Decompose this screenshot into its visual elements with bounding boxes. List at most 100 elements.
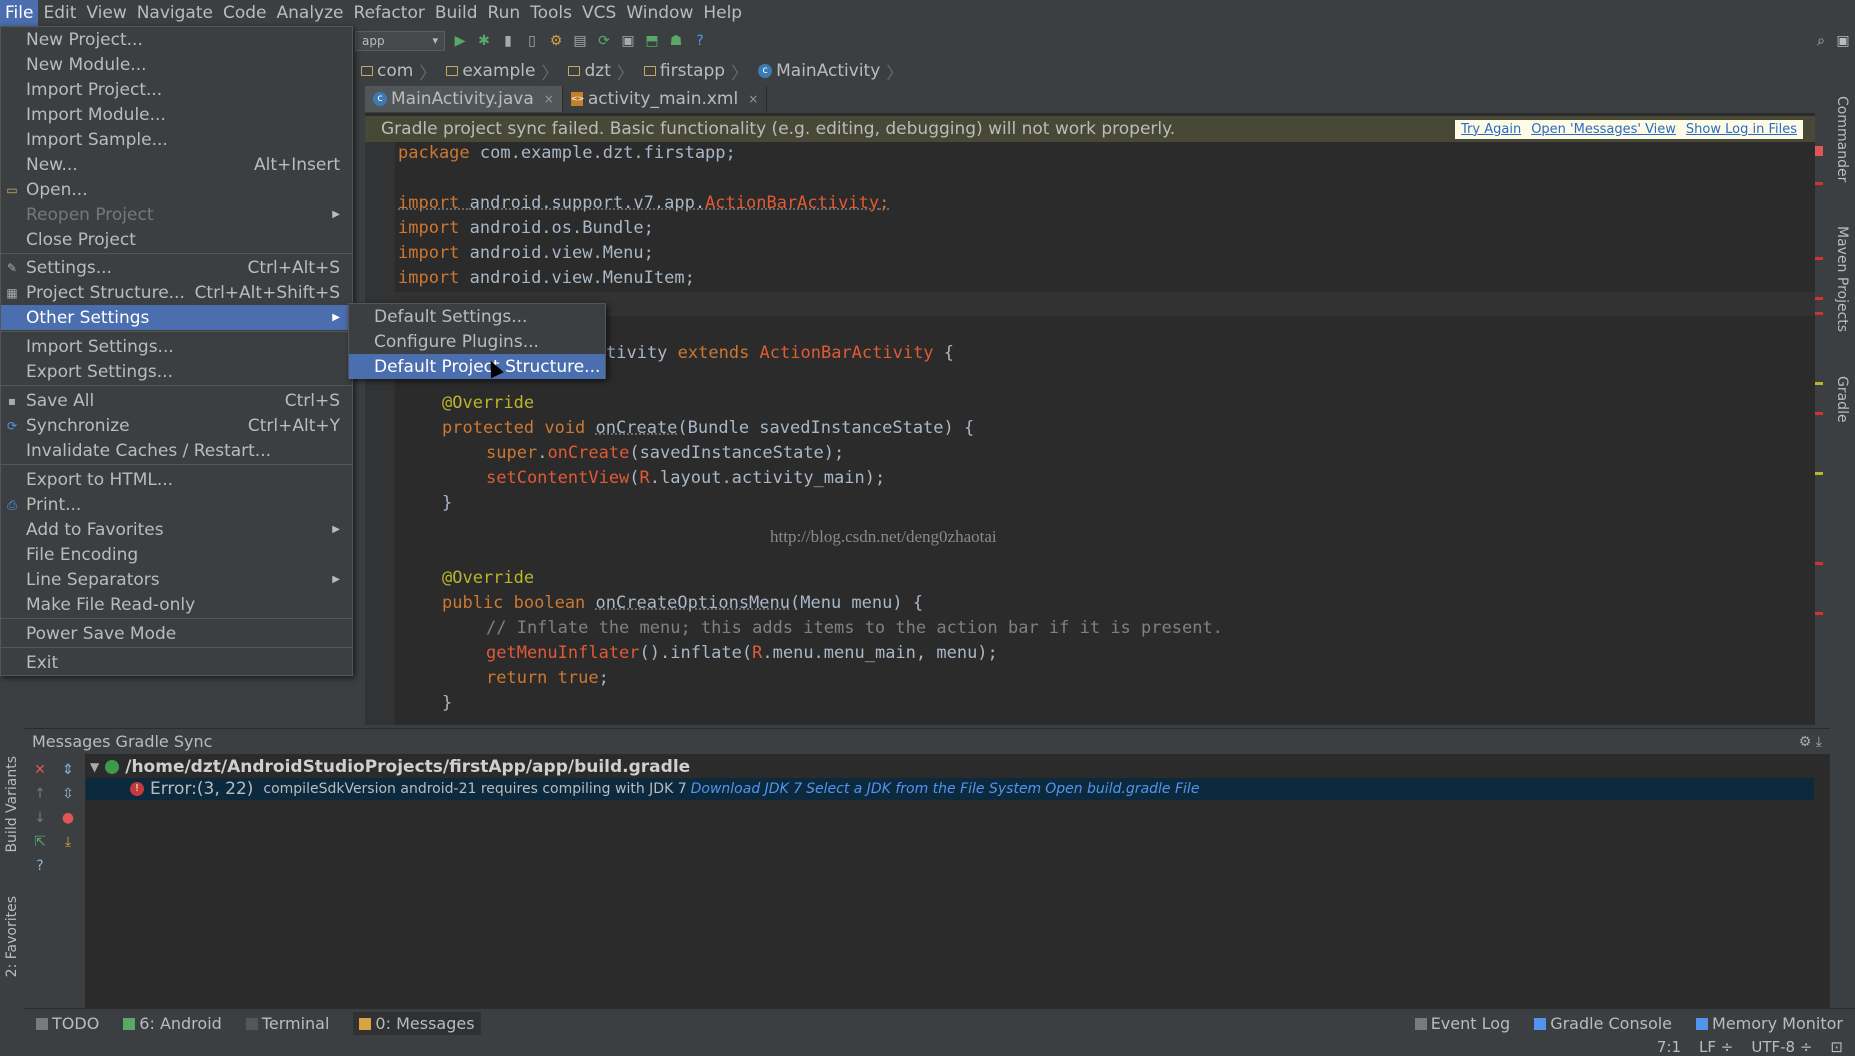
warning-marker[interactable] [1815, 472, 1823, 475]
help-icon[interactable]: ? [691, 32, 709, 50]
breadcrumb-example[interactable]: example 〉 [440, 59, 562, 84]
menu-export-html[interactable]: Export to HTML... [1, 467, 352, 492]
tab-memory-monitor[interactable]: Memory Monitor [1696, 1014, 1843, 1033]
run-config-dropdown[interactable]: app [355, 31, 445, 51]
search-everywhere-icon[interactable]: ⌕ [1812, 32, 1830, 50]
close-icon[interactable]: ✕ [32, 762, 48, 778]
error-marker[interactable] [1815, 297, 1823, 300]
breadcrumb-com[interactable]: com 〉 [355, 59, 440, 84]
show-log-link[interactable]: Show Log in Files [1686, 122, 1797, 137]
tree-row-file[interactable]: ▼ /home/dzt/AndroidStudioProjects/firstA… [86, 756, 690, 778]
tab-gradle-console[interactable]: Gradle Console [1534, 1014, 1672, 1033]
collapse-all-icon[interactable]: ⇳ [60, 786, 76, 802]
gradle-sync-icon[interactable]: ⟳ [595, 32, 613, 50]
sdk-manager-icon[interactable]: ▤ [571, 32, 589, 50]
project-structure-icon[interactable]: ⚙ [547, 32, 565, 50]
caret-position[interactable]: 7:1 [1657, 1038, 1681, 1056]
menu-help[interactable]: Help [698, 0, 747, 26]
tab-terminal[interactable]: Terminal [245, 1014, 329, 1033]
menu-import-module[interactable]: Import Module... [1, 102, 352, 127]
expand-arrow-icon[interactable]: ▼ [90, 760, 99, 774]
panel-settings-icon[interactable]: ⚙ ⤓ [1799, 734, 1822, 750]
menu-project-structure[interactable]: ▦ Project Structure... Ctrl+Alt+Shift+S [1, 280, 352, 305]
try-again-link[interactable]: Try Again [1461, 122, 1521, 137]
menu-view[interactable]: View [81, 0, 131, 26]
menu-default-project-structure[interactable]: Default Project Structure... [349, 354, 605, 379]
export-icon[interactable]: ⇱ [32, 834, 48, 850]
breadcrumb-dzt[interactable]: dzt 〉 [562, 59, 637, 84]
error-marker[interactable] [1815, 257, 1823, 260]
menu-edit[interactable]: Edit [38, 0, 81, 26]
menu-other-settings[interactable]: Other Settings ▶ [1, 305, 352, 330]
errors-filter-icon[interactable]: ● [60, 810, 76, 826]
menu-export-settings[interactable]: Export Settings... [1, 359, 352, 384]
menu-import-project[interactable]: Import Project... [1, 77, 352, 102]
previous-icon[interactable]: ↑ [32, 786, 48, 802]
menu-new[interactable]: New... Alt+Insert [1, 152, 352, 177]
error-marker[interactable] [1815, 562, 1823, 565]
next-icon[interactable]: ↓ [32, 810, 48, 826]
layout-icon[interactable]: ▣ [1834, 32, 1852, 50]
menu-power-save[interactable]: Power Save Mode [1, 621, 352, 646]
menu-synchronize[interactable]: ⟳ Synchronize Ctrl+Alt+Y [1, 413, 352, 438]
menu-make-read-only[interactable]: Make File Read-only [1, 592, 352, 617]
run-icon[interactable]: ▶ [451, 32, 469, 50]
tab-messages[interactable]: 0: Messages [353, 1012, 481, 1035]
close-icon[interactable]: × [748, 92, 758, 106]
tab-android[interactable]: 6: Android [123, 1014, 222, 1033]
menu-new-module[interactable]: New Module... [1, 52, 352, 77]
build-variants-tool[interactable]: Build Variants [4, 756, 20, 853]
menu-open[interactable]: ▭ Open... [1, 177, 352, 202]
open-build-gradle-link[interactable]: Open build.gradle File [1045, 781, 1199, 797]
error-marker[interactable] [1815, 412, 1823, 415]
menu-line-separators[interactable]: Line Separators ▶ [1, 567, 352, 592]
download-jdk-link[interactable]: Download JDK 7 [691, 781, 803, 797]
breadcrumb-mainactivity[interactable]: c MainActivity 〉 [752, 59, 907, 84]
open-messages-link[interactable]: Open 'Messages' View [1531, 122, 1676, 137]
error-marker[interactable] [1815, 612, 1823, 615]
warning-marker[interactable] [1815, 382, 1823, 385]
menu-configure-plugins[interactable]: Configure Plugins... [349, 329, 605, 354]
download-icon[interactable]: ⤓ [60, 834, 76, 850]
lock-icon[interactable]: ⊡ [1830, 1038, 1843, 1056]
menu-navigate[interactable]: Navigate [132, 0, 218, 26]
commander-tool[interactable]: Commander [1834, 96, 1850, 182]
menu-build[interactable]: Build [430, 0, 483, 26]
error-marker[interactable] [1815, 146, 1823, 156]
menu-window[interactable]: Window [621, 0, 698, 26]
avd-manager-icon[interactable]: ▣ [619, 32, 637, 50]
tab-event-log[interactable]: Event Log [1414, 1014, 1510, 1033]
menu-invalidate-caches[interactable]: Invalidate Caches / Restart... [1, 438, 352, 463]
menu-default-settings[interactable]: Default Settings... [349, 304, 605, 329]
menu-print[interactable]: ⎙ Print... [1, 492, 352, 517]
menu-tools[interactable]: Tools [525, 0, 577, 26]
menu-file-encoding[interactable]: File Encoding [1, 542, 352, 567]
gradle-tool[interactable]: Gradle [1834, 376, 1850, 423]
menu-settings[interactable]: ✎ Settings... Ctrl+Alt+S [1, 255, 352, 280]
close-icon[interactable]: × [544, 92, 554, 106]
favorites-tool[interactable]: 2: Favorites [4, 896, 20, 977]
file-encoding[interactable]: UTF-8 ÷ [1751, 1038, 1812, 1056]
tab-mainactivity[interactable]: c MainActivity.java × [365, 86, 563, 112]
select-jdk-link[interactable]: Select a JDK from the File System [806, 781, 1041, 797]
error-marker[interactable] [1815, 312, 1823, 315]
tab-todo[interactable]: TODO [36, 1014, 99, 1033]
error-marker[interactable] [1815, 182, 1823, 185]
menu-import-sample[interactable]: Import Sample... [1, 127, 352, 152]
tab-activity-main-xml[interactable]: <> activity_main.xml × [563, 86, 768, 112]
stop-icon[interactable]: ▯ [523, 32, 541, 50]
maven-projects-tool[interactable]: Maven Projects [1834, 226, 1850, 332]
menu-refactor[interactable]: Refactor [349, 0, 430, 26]
menu-import-settings[interactable]: Import Settings... [1, 334, 352, 359]
breadcrumb-firstapp[interactable]: firstapp 〉 [638, 59, 752, 84]
menu-add-favorites[interactable]: Add to Favorites ▶ [1, 517, 352, 542]
line-separator[interactable]: LF ÷ [1699, 1038, 1733, 1056]
menu-file[interactable]: File [0, 0, 39, 26]
menu-analyze[interactable]: Analyze [272, 0, 349, 26]
menu-save-all[interactable]: ▪ Save All Ctrl+S [1, 388, 352, 413]
menu-new-project[interactable]: New Project... [1, 27, 352, 52]
menu-exit[interactable]: Exit [1, 650, 352, 675]
menu-run[interactable]: Run [483, 0, 526, 26]
menu-code[interactable]: Code [218, 0, 272, 26]
debug-icon[interactable]: ✱ [475, 32, 493, 50]
